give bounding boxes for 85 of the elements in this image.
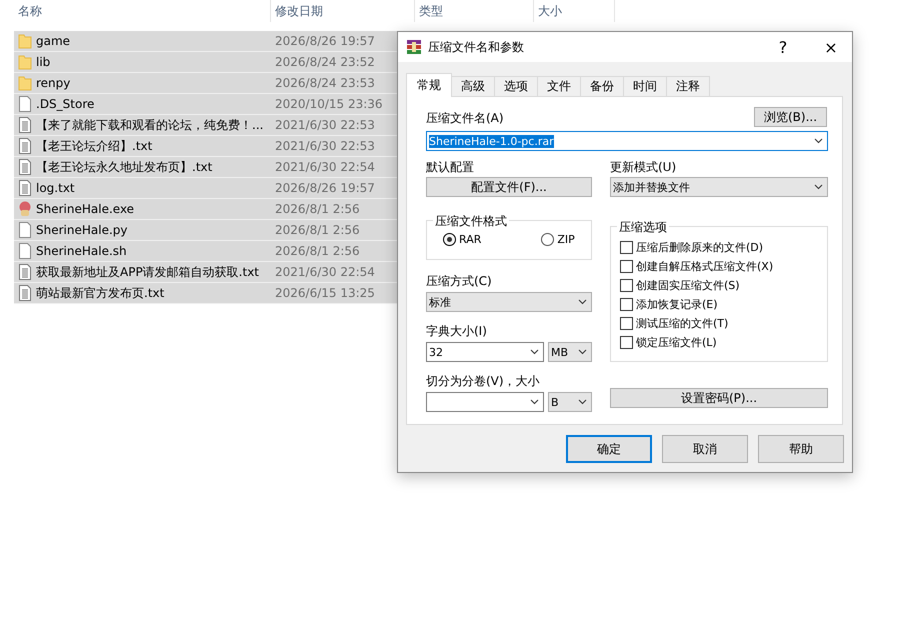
unit-select[interactable]: B	[548, 392, 592, 412]
file-name: log.txt	[36, 181, 75, 195]
text-file-icon	[18, 159, 32, 175]
option-checkbox[interactable]: 添加恢复记录(E)	[620, 297, 827, 312]
folder-icon	[18, 33, 32, 49]
file-name: 【老王论坛介绍】.txt	[36, 138, 152, 154]
file-date: 2021/6/30 22:53	[275, 118, 375, 132]
file-name: renpy	[36, 76, 70, 90]
file-date: 2020/10/15 23:36	[275, 97, 383, 111]
app-logo-icon	[406, 39, 422, 55]
update-mode-select[interactable]: 添加并替换文件	[610, 177, 828, 197]
text-file-icon	[18, 180, 32, 196]
format-radio[interactable]: ZIP	[541, 233, 575, 246]
chevron-down-icon	[530, 399, 539, 405]
file-name: 获取最新地址及APP请发邮箱自动获取.txt	[36, 264, 260, 280]
chevron-down-icon	[530, 349, 539, 355]
file-name: SherineHale.exe	[36, 202, 134, 216]
set-password-button[interactable]: 设置密码(P)...	[610, 388, 828, 408]
window-title: 压缩文件名和参数	[428, 38, 525, 56]
dictionary-size-field[interactable]: 32	[426, 342, 544, 362]
dialog-button[interactable]: 取消	[662, 435, 748, 463]
file-date: 2026/8/1 2:56	[275, 223, 360, 237]
file-name: 萌站最新官方发布页.txt	[36, 284, 164, 302]
browse-button[interactable]: 浏览(B)...	[754, 107, 827, 127]
field-label: 压缩文件名(A)	[426, 110, 504, 127]
option-checkbox[interactable]: 创建自解压格式压缩文件(X)	[620, 259, 827, 274]
close-button[interactable]: ×	[810, 32, 852, 62]
file-date: 2026/6/15 13:25	[275, 286, 375, 300]
field-label: 切分为分卷(V)，大小	[426, 373, 541, 390]
file-date: 2026/8/26 19:57	[275, 181, 375, 195]
file-date: 2026/8/24 23:53	[275, 76, 375, 90]
profiles-button[interactable]: 配置文件(F)...	[426, 177, 592, 197]
option-checkbox[interactable]: 压缩后删除原来的文件(D)	[620, 240, 827, 255]
file-name: game	[36, 34, 70, 48]
tab[interactable]: 注释	[666, 76, 710, 97]
app-icon	[18, 201, 32, 217]
text-file-icon	[18, 285, 32, 301]
file-date: 2026/8/1 2:56	[275, 244, 360, 258]
file-icon	[18, 222, 32, 238]
column-header[interactable]: 名称	[14, 0, 271, 22]
dialog-button[interactable]: 帮助	[758, 435, 844, 463]
split-size-field[interactable]	[426, 392, 544, 412]
chevron-down-icon	[578, 349, 587, 355]
chevron-down-icon	[814, 138, 823, 144]
column-header[interactable]: 大小	[534, 0, 615, 22]
file-name: .DS_Store	[36, 97, 94, 111]
file-name: 【老王论坛永久地址发布页】.txt	[36, 158, 212, 176]
file-date: 2021/6/30 22:54	[275, 160, 375, 174]
file-name: SherineHale.sh	[36, 244, 127, 258]
field-label: 压缩方式(C)	[426, 273, 493, 290]
column-header[interactable]: 类型	[415, 0, 534, 22]
chevron-down-icon	[578, 399, 587, 405]
file-date: 2026/8/24 23:52	[275, 55, 375, 69]
option-checkbox[interactable]: 测试压缩的文件(T)	[620, 316, 827, 331]
text-file-icon	[18, 264, 32, 280]
tab[interactable]: 常规	[406, 73, 452, 97]
file-name: lib	[36, 55, 50, 69]
file-date: 2026/8/1 2:56	[275, 202, 360, 216]
text-file-icon	[18, 117, 32, 133]
group-label: 压缩选项	[617, 219, 669, 236]
field-label: 字典大小(I)	[426, 323, 488, 340]
method-select[interactable]: 标准	[426, 292, 592, 312]
folder-icon	[18, 54, 32, 70]
format-radio[interactable]: RAR	[443, 233, 482, 246]
unit-select[interactable]: MB	[548, 342, 592, 362]
field-label: 更新模式(U)	[610, 159, 678, 176]
group-label: 压缩文件格式	[433, 213, 509, 230]
help-button[interactable]: ?	[762, 32, 804, 62]
file-name: SherineHale.py	[36, 223, 128, 237]
archive-name-field[interactable]: SherineHale-1.0-pc.rar	[426, 131, 828, 151]
option-checkbox[interactable]: 锁定压缩文件(L)	[620, 335, 827, 350]
chevron-down-icon	[578, 299, 587, 305]
file-icon	[18, 96, 32, 112]
file-date: 2021/6/30 22:54	[275, 265, 375, 279]
file-date: 2026/8/26 19:57	[275, 34, 375, 48]
column-header[interactable]: 修改日期	[271, 0, 415, 22]
file-date: 2021/6/30 22:53	[275, 139, 375, 153]
field-label: 默认配置	[426, 159, 475, 176]
chevron-down-icon	[814, 184, 823, 190]
option-checkbox[interactable]: 创建固实压缩文件(S)	[620, 278, 827, 293]
text-file-icon	[18, 138, 32, 154]
folder-icon	[18, 75, 32, 91]
file-icon	[18, 243, 32, 259]
file-name: 【来了就能下载和观看的论坛，纯免费！...	[36, 116, 264, 134]
dialog-button[interactable]: 确定	[566, 435, 652, 463]
